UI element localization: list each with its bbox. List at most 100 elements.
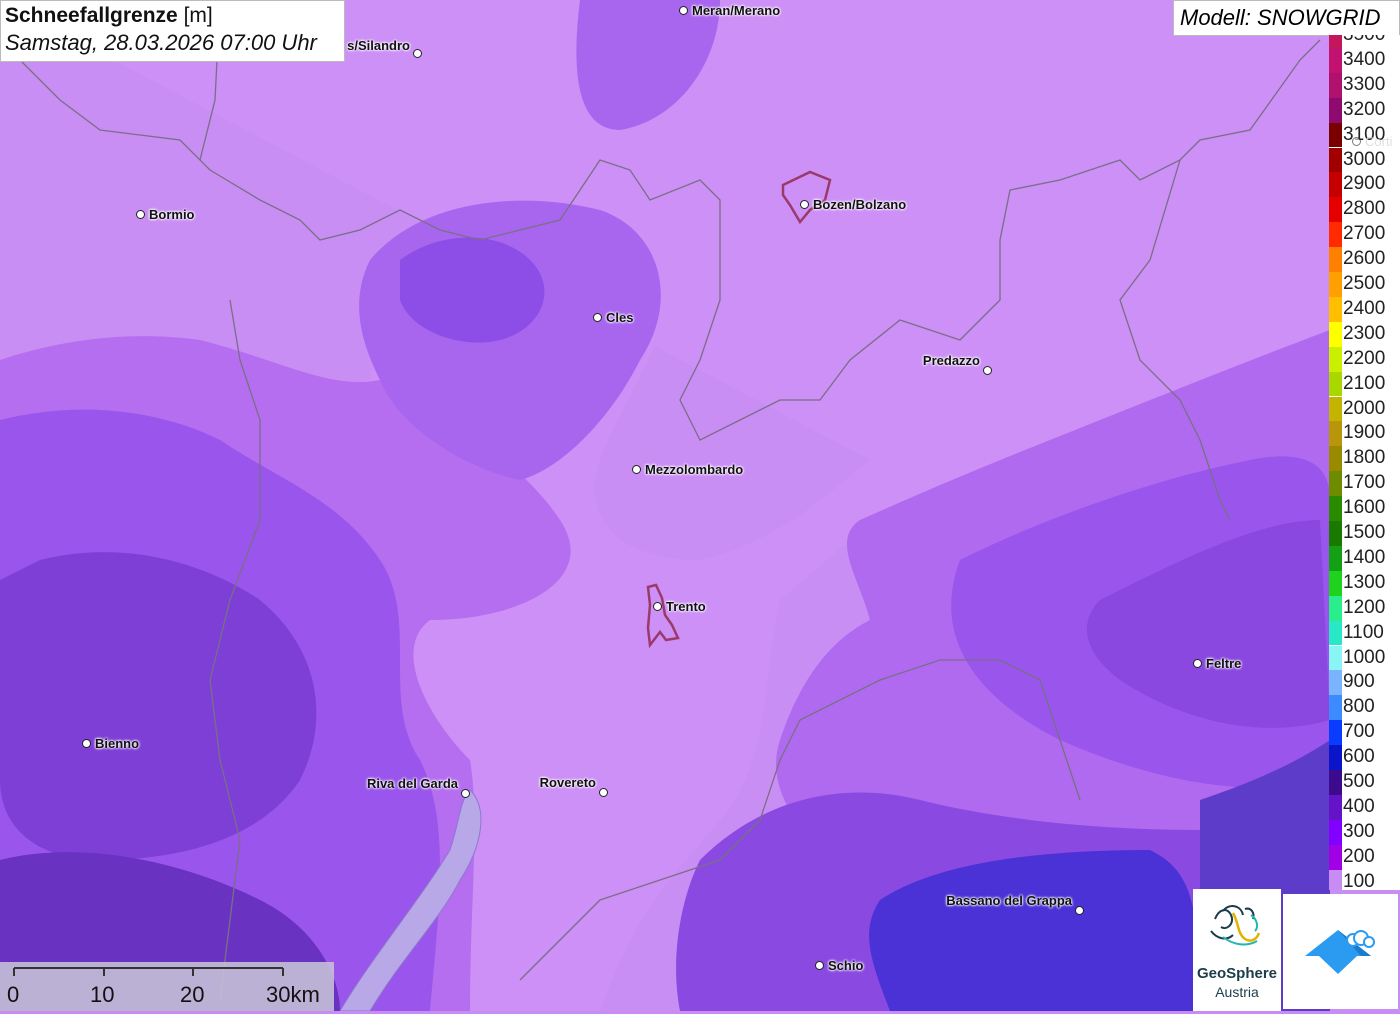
city-label[interactable]: Feltre — [1206, 657, 1241, 671]
city-marker[interactable] — [653, 602, 662, 611]
legend-entry: 500 — [1329, 770, 1400, 795]
legend-swatch — [1329, 147, 1342, 173]
city-marker[interactable] — [1193, 659, 1202, 668]
scale-label-30: 30km — [266, 982, 320, 1007]
city-marker[interactable] — [815, 961, 824, 970]
city-label[interactable]: Cles — [606, 311, 633, 325]
legend-entry: 300 — [1329, 819, 1400, 845]
legend-swatch — [1329, 222, 1342, 248]
legend-entry: 400 — [1329, 794, 1400, 820]
legend-swatch — [1329, 745, 1342, 770]
legend-swatch — [1329, 396, 1342, 422]
legend-label: 1200 — [1343, 596, 1386, 618]
city-label[interactable]: Bienno — [95, 737, 139, 751]
legend-swatch — [1329, 844, 1342, 870]
legend-label: 400 — [1343, 795, 1375, 817]
app-logo[interactable] — [1283, 894, 1398, 1009]
city-label[interactable]: Trento — [666, 600, 706, 614]
city-marker[interactable] — [1075, 906, 1084, 915]
legend-entry: 1700 — [1329, 471, 1400, 497]
city-marker[interactable] — [461, 789, 470, 798]
city-label[interactable]: Predazzo — [923, 354, 980, 368]
snowline-map[interactable] — [0, 0, 1400, 1011]
legend-label: 2900 — [1343, 173, 1386, 195]
city-label[interactable]: Bormio — [149, 208, 195, 222]
city-marker[interactable] — [983, 366, 992, 375]
legend-swatch — [1329, 545, 1342, 571]
legend-swatch — [1329, 346, 1342, 372]
legend-swatch — [1329, 172, 1342, 198]
legend-label: 100 — [1343, 870, 1375, 890]
city-label[interactable]: Meran/Merano — [692, 4, 780, 18]
legend-entry: 3500 — [1329, 35, 1400, 48]
legend-entry: 600 — [1329, 745, 1400, 770]
scale-label-0: 0 — [7, 982, 20, 1007]
legend-label: 900 — [1343, 671, 1375, 693]
city-marker[interactable] — [599, 788, 608, 797]
legend-swatch — [1329, 720, 1342, 746]
legend-entry: 2500 — [1329, 272, 1400, 297]
legend-swatch — [1329, 670, 1342, 696]
city-label[interactable]: s/Silandro — [347, 39, 410, 53]
legend-swatch — [1329, 122, 1342, 148]
legend-swatch — [1329, 421, 1342, 447]
legend-entry: 800 — [1329, 695, 1400, 721]
legend-swatch — [1329, 296, 1342, 322]
city-marker[interactable] — [413, 49, 422, 58]
legend-swatch — [1329, 570, 1342, 596]
scale-label-20: 20 — [180, 982, 205, 1007]
legend-label: 300 — [1343, 820, 1375, 842]
legend-swatch — [1329, 321, 1342, 347]
legend-entry: 2300 — [1329, 321, 1400, 347]
legend-label: 2200 — [1343, 347, 1386, 369]
legend-label: 1300 — [1343, 571, 1386, 593]
legend-entry: 200 — [1329, 844, 1400, 870]
legend-entry: 2900 — [1329, 172, 1400, 198]
city-marker[interactable] — [82, 739, 91, 748]
legend-label: 1500 — [1343, 522, 1386, 543]
legend-label: 2700 — [1343, 223, 1386, 245]
legend-label: 2500 — [1343, 273, 1386, 294]
legend-label: 3000 — [1343, 148, 1386, 170]
city-marker[interactable] — [593, 313, 602, 322]
legend-swatch — [1329, 471, 1342, 497]
city-label[interactable]: Mezzolombardo — [645, 463, 743, 477]
city-marker[interactable] — [800, 200, 809, 209]
city-marker[interactable] — [679, 6, 688, 15]
model-label: Modell: SNOWGRID — [1173, 0, 1400, 36]
map-datetime: Samstag, 28.03.2026 07:00 Uhr — [5, 30, 317, 55]
geosphere-name: GeoSphere — [1196, 965, 1278, 982]
city-label[interactable]: Bozen/Bolzano — [813, 198, 906, 212]
legend-label: 1800 — [1343, 447, 1386, 469]
snow-mountain-icon — [1305, 930, 1375, 974]
legend-label: 1900 — [1343, 422, 1386, 444]
legend-swatch — [1329, 35, 1342, 48]
legend-swatch — [1329, 272, 1342, 297]
city-label[interactable]: Bassano del Grappa — [946, 894, 1072, 908]
city-marker[interactable] — [632, 465, 641, 474]
legend-swatch — [1329, 72, 1342, 98]
color-legend: 3500340033003200310030002900280027002600… — [1329, 35, 1400, 890]
legend-entry: 1900 — [1329, 421, 1400, 447]
geosphere-logo[interactable]: GeoSphere Austria — [1193, 889, 1281, 1011]
city-label[interactable]: Riva del Garda — [367, 777, 458, 791]
legend-swatch — [1329, 47, 1342, 73]
legend-label: 2400 — [1343, 297, 1386, 319]
legend-entry: 2200 — [1329, 346, 1400, 372]
city-marker[interactable] — [1352, 137, 1361, 146]
legend-label: 3200 — [1343, 98, 1386, 120]
city-marker[interactable] — [136, 210, 145, 219]
legend-swatch — [1329, 97, 1342, 123]
city-label[interactable]: Rovereto — [540, 776, 596, 790]
legend-swatch — [1329, 620, 1342, 646]
legend-entry: 3400 — [1329, 47, 1400, 73]
city-label[interactable]: Schio — [828, 959, 863, 973]
legend-entry: 2600 — [1329, 247, 1400, 272]
legend-swatch — [1329, 521, 1342, 546]
legend-label: 1400 — [1343, 546, 1386, 568]
legend-label: 1100 — [1343, 621, 1384, 643]
legend-entry: 100 — [1329, 869, 1400, 890]
city-label[interactable]: Corti — [1365, 135, 1392, 149]
legend-swatch — [1329, 819, 1342, 845]
legend-entry: 1300 — [1329, 570, 1400, 596]
